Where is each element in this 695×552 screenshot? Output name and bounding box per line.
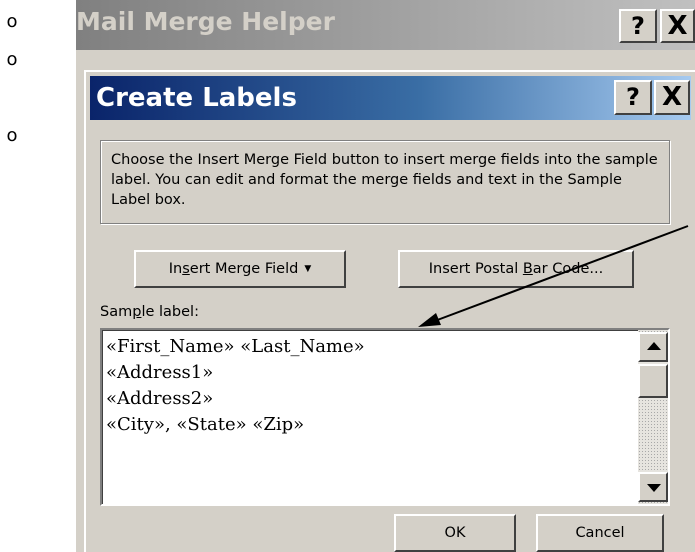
create-labels-title: Create Labels [96, 83, 297, 113]
scroll-thumb[interactable] [638, 364, 668, 398]
bullet-2: o [6, 49, 18, 70]
insert-merge-field-button[interactable]: Insert Merge Field ▼ [134, 250, 346, 288]
insert-postal-bar-code-button[interactable]: Insert Postal Bar Code... [398, 250, 634, 288]
bullet-3: o [6, 125, 18, 146]
scroll-up-button[interactable] [638, 332, 668, 362]
mail-merge-helper-close-button[interactable]: X [660, 9, 695, 43]
mail-merge-helper-titlebar: Mail Merge Helper ? X [76, 0, 695, 50]
sample-label-content[interactable]: «First_Name» «Last_Name» «Address1» «Add… [106, 334, 365, 438]
scroll-up-arrow-icon [647, 342, 661, 350]
scroll-down-arrow-icon [647, 484, 661, 492]
sample-line-name: «First_Name» «Last_Name» [106, 336, 365, 357]
dropdown-arrow-icon: ▼ [304, 264, 312, 274]
scroll-down-button[interactable] [638, 472, 668, 502]
mail-merge-helper-title: Mail Merge Helper [76, 7, 335, 36]
create-labels-titlebar: Create Labels ? X [90, 76, 691, 120]
sample-label-caption: Sample label: [100, 304, 199, 320]
sample-line-city-state-zip: «City», «State» «Zip» [106, 414, 305, 435]
sample-line-address2: «Address2» [106, 388, 214, 409]
ok-button[interactable]: OK [394, 514, 516, 552]
bullet-1: o [6, 11, 18, 32]
close-button[interactable]: X [654, 80, 690, 115]
help-button[interactable]: ? [614, 80, 652, 115]
create-labels-dialog: Create Labels ? X Choose the Insert Merg… [84, 70, 695, 552]
cancel-button[interactable]: Cancel [536, 514, 664, 552]
sample-line-address1: «Address1» [106, 362, 214, 383]
instructions-text: Choose the Insert Merge Field button to … [100, 140, 670, 224]
insert-merge-field-label: Insert Merge Field [168, 261, 299, 277]
sample-label-textbox[interactable]: «First_Name» «Last_Name» «Address1» «Add… [100, 328, 670, 506]
insert-postal-bar-code-label: Insert Postal Bar Code... [428, 261, 604, 277]
mail-merge-helper-help-button[interactable]: ? [619, 9, 657, 43]
sample-label-scrollbar[interactable] [638, 330, 668, 504]
